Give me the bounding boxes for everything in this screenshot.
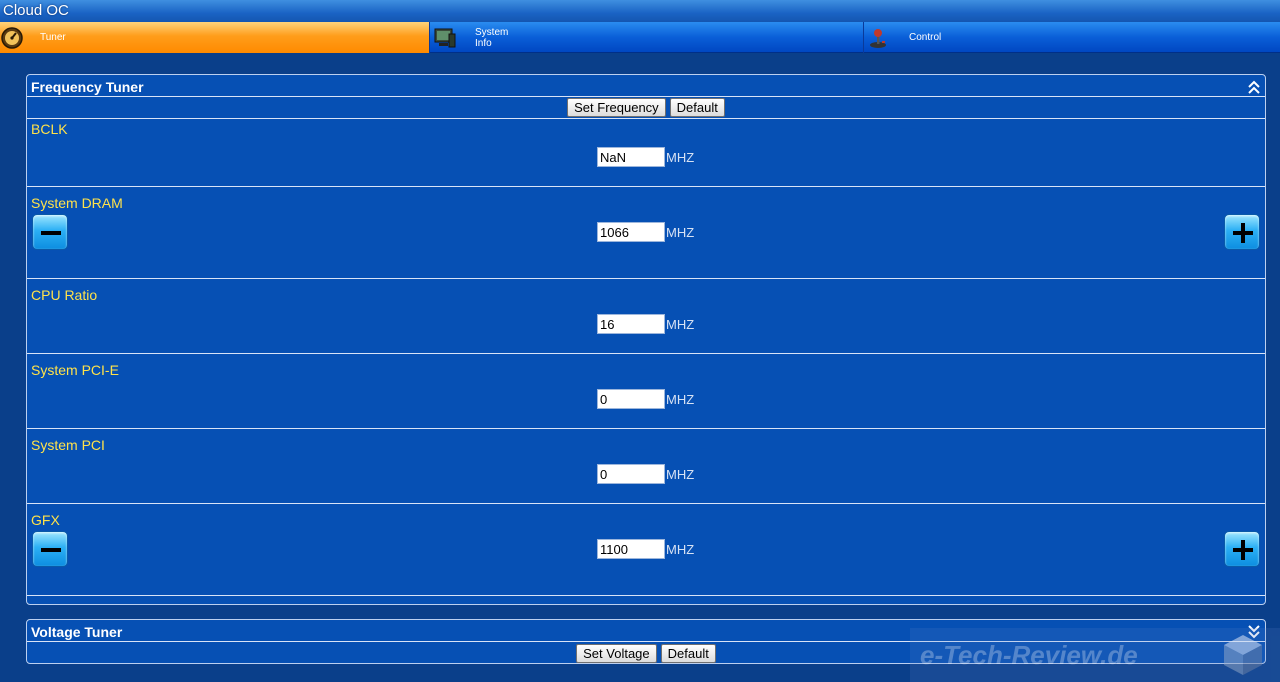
tab-tuner-label: Tuner (40, 32, 66, 43)
row-gfx: GFX MHZ (27, 504, 1265, 596)
bclk-input[interactable] (597, 147, 665, 167)
gfx-field: MHZ (597, 539, 694, 559)
gfx-label: GFX (31, 512, 60, 528)
dram-increase-button[interactable] (1224, 214, 1260, 250)
cpu-ratio-label: CPU Ratio (31, 287, 98, 303)
system-pci-label: System PCI (31, 437, 105, 453)
cpu-ratio-field: MHZ (597, 314, 694, 334)
tab-control-label: Control (909, 32, 942, 43)
tab-system-info-line2: Info (475, 37, 492, 49)
voltage-tuner-panel: Voltage Tuner Set Voltage Default (26, 619, 1266, 664)
minus-icon (41, 548, 61, 552)
system-pcie-unit: MHZ (666, 391, 695, 407)
gauge-icon (1, 27, 23, 49)
frequency-default-button[interactable]: Default (669, 98, 725, 117)
plus-icon (1233, 223, 1253, 243)
gfx-decrease-button[interactable] (32, 531, 68, 567)
system-pcie-field: MHZ (597, 389, 694, 409)
system-pcie-label: System PCI-E (31, 362, 119, 378)
monitor-icon (434, 28, 456, 48)
tab-control[interactable]: Control (864, 22, 1280, 53)
joystick-icon (870, 29, 886, 48)
frequency-button-row: Set Frequency Default (27, 97, 1265, 119)
gfx-increase-button[interactable] (1224, 531, 1260, 567)
row-system-pci: System PCI MHZ (27, 429, 1265, 504)
plus-icon (1233, 540, 1253, 560)
cpu-ratio-unit: MHZ (666, 316, 695, 332)
row-cpu-ratio: CPU Ratio MHZ (27, 279, 1265, 354)
system-pci-field: MHZ (597, 464, 694, 484)
frequency-tuner-panel: Frequency Tuner Set Frequency Default BC… (26, 74, 1266, 605)
voltage-button-row: Set Voltage Default (27, 642, 1265, 664)
system-dram-input[interactable] (597, 222, 665, 242)
main-tab-bar: Tuner System Info Control (0, 22, 1280, 53)
voltage-default-button[interactable]: Default (660, 643, 716, 663)
bclk-field: MHZ (597, 147, 694, 167)
minus-icon (41, 231, 61, 235)
row-system-pcie: System PCI-E MHZ (27, 354, 1265, 429)
collapse-up-icon[interactable] (1247, 79, 1261, 95)
voltage-tuner-title: Voltage Tuner (31, 624, 123, 640)
window-title: Cloud OC (0, 0, 1280, 22)
system-pci-input[interactable] (597, 464, 665, 484)
row-system-dram: System DRAM MHZ (27, 187, 1265, 279)
tab-system-info-line1: System (475, 26, 509, 38)
system-dram-label: System DRAM (31, 195, 123, 211)
voltage-tuner-header: Voltage Tuner (27, 620, 1265, 642)
gfx-unit: MHZ (666, 541, 695, 557)
tab-system-info[interactable]: System Info (430, 22, 864, 53)
bclk-unit: MHZ (666, 149, 695, 165)
frequency-tuner-header: Frequency Tuner (27, 75, 1265, 97)
dram-decrease-button[interactable] (32, 214, 68, 250)
set-frequency-button[interactable]: Set Frequency (567, 98, 666, 117)
system-pci-unit: MHZ (666, 466, 695, 482)
bclk-label: BCLK (31, 121, 68, 137)
system-dram-field: MHZ (597, 222, 694, 242)
row-bclk: BCLK MHZ (27, 119, 1265, 187)
frequency-tuner-title: Frequency Tuner (31, 79, 144, 95)
tab-tuner[interactable]: Tuner (0, 22, 430, 53)
system-dram-unit: MHZ (666, 224, 695, 240)
set-voltage-button[interactable]: Set Voltage (576, 643, 657, 663)
expand-down-icon[interactable] (1247, 624, 1261, 640)
system-pcie-input[interactable] (597, 389, 665, 409)
cpu-ratio-input[interactable] (597, 314, 665, 334)
tab-system-info-label: System Info (475, 22, 535, 53)
gfx-input[interactable] (597, 539, 665, 559)
